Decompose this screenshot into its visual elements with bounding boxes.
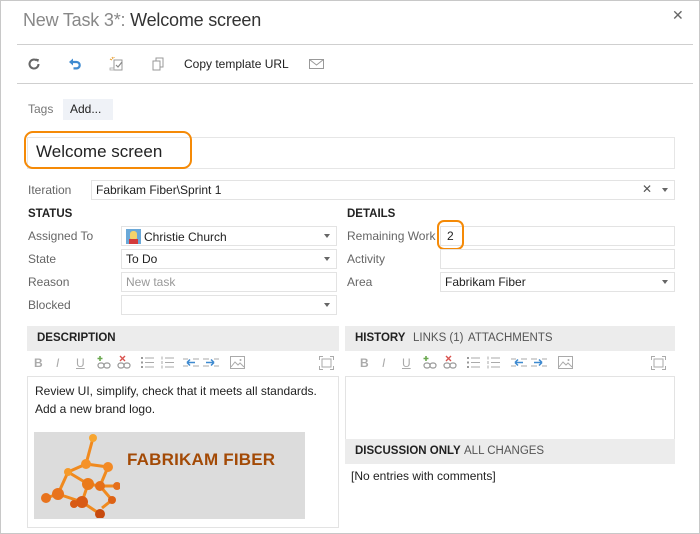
reason-value: New task <box>126 275 176 289</box>
work-item-dialog: New Task 3*: Welcome screen ✕ Copy templ… <box>0 0 700 534</box>
chevron-down-icon[interactable] <box>662 280 668 284</box>
numbered-list-icon[interactable] <box>486 355 500 370</box>
indent-icon[interactable] <box>203 355 219 370</box>
remove-link-icon[interactable] <box>116 355 132 370</box>
assigned-to-value: Christie Church <box>144 230 227 244</box>
outdent-icon[interactable] <box>511 355 527 370</box>
maximize-icon[interactable] <box>319 355 334 370</box>
insert-link-icon[interactable] <box>422 355 438 370</box>
bold-button[interactable]: B <box>34 355 43 370</box>
title-name: Welcome screen <box>125 10 262 30</box>
indent-icon[interactable] <box>531 355 547 370</box>
molecule-logo-icon <box>41 434 120 518</box>
maximize-icon[interactable] <box>651 355 666 370</box>
description-header: DESCRIPTION <box>27 326 339 351</box>
history-rte-toolbar: B I U <box>345 352 675 374</box>
fabrikam-logo-image: FABRIKAM FIBER <box>34 432 305 519</box>
remaining-work-field[interactable]: 2 <box>440 226 675 246</box>
description-title: DESCRIPTION <box>37 332 116 344</box>
clear-icon[interactable]: ✕ <box>642 182 652 196</box>
add-tag-button[interactable]: Add... <box>63 99 113 120</box>
remaining-work-label: Remaining Work <box>347 229 436 243</box>
remaining-work-highlight <box>437 220 464 250</box>
close-icon[interactable]: ✕ <box>672 7 684 24</box>
insert-link-icon[interactable] <box>96 355 112 370</box>
state-field[interactable]: To Do <box>121 249 337 269</box>
divider <box>17 83 693 84</box>
blocked-label: Blocked <box>28 298 71 312</box>
undo-icon[interactable] <box>66 55 84 73</box>
tab-history[interactable]: HISTORY <box>355 332 405 344</box>
tags-label: Tags <box>28 102 54 116</box>
toolbar: Copy template URL <box>17 44 693 83</box>
copy-template-url-button[interactable]: Copy template URL <box>184 57 289 71</box>
copy-icon[interactable] <box>149 55 167 73</box>
area-value: Fabrikam Fiber <box>445 275 526 289</box>
assigned-to-field[interactable]: Christie Church <box>121 226 337 246</box>
email-icon[interactable] <box>307 55 325 73</box>
dialog-title: New Task 3*: Welcome screen <box>23 10 261 31</box>
history-tabs: HISTORY LINKS (1) ATTACHMENTS <box>345 326 675 351</box>
logo-text: FABRIKAM FIBER <box>127 450 276 469</box>
numbered-list-icon[interactable] <box>160 355 174 370</box>
blocked-field[interactable] <box>121 295 337 315</box>
chevron-down-icon[interactable] <box>324 234 330 238</box>
insert-image-icon[interactable] <box>558 355 573 370</box>
description-text: Review UI, simplify, check that it meets… <box>35 384 317 416</box>
bulleted-list-icon[interactable] <box>140 355 154 370</box>
activity-field[interactable] <box>440 249 675 269</box>
avatar <box>126 229 141 244</box>
reason-field[interactable]: New task <box>121 272 337 292</box>
refresh-icon[interactable] <box>25 55 43 73</box>
area-field[interactable]: Fabrikam Fiber <box>440 272 675 292</box>
tab-discussion-only[interactable]: DISCUSSION ONLY <box>355 445 461 457</box>
chevron-down-icon[interactable] <box>662 188 668 192</box>
area-label: Area <box>347 275 373 289</box>
status-header: STATUS <box>28 208 73 220</box>
iteration-value: Fabrikam Fiber\Sprint 1 <box>96 183 222 197</box>
iteration-label: Iteration <box>28 183 72 197</box>
bulleted-list-icon[interactable] <box>466 355 480 370</box>
save-template-icon[interactable] <box>108 55 126 73</box>
title-value: Welcome screen <box>36 142 163 161</box>
history-filter-tabs: DISCUSSION ONLY ALL CHANGES <box>345 439 675 464</box>
history-empty-message: [No entries with comments] <box>351 469 496 483</box>
assigned-to-label: Assigned To <box>28 229 94 243</box>
outdent-icon[interactable] <box>183 355 199 370</box>
description-rte-toolbar: B I U <box>27 352 339 374</box>
activity-label: Activity <box>347 252 386 266</box>
italic-button[interactable]: I <box>382 355 385 370</box>
title-prefix: New Task 3*: <box>23 10 126 30</box>
insert-image-icon[interactable] <box>230 355 245 370</box>
reason-label: Reason <box>28 275 70 289</box>
chevron-down-icon[interactable] <box>324 303 330 307</box>
underline-button[interactable]: U <box>76 355 85 370</box>
title-bar: New Task 3*: Welcome screen ✕ <box>1 1 700 44</box>
chevron-down-icon[interactable] <box>324 257 330 261</box>
iteration-field[interactable]: Fabrikam Fiber\Sprint 1 ✕ <box>91 180 675 200</box>
underline-button[interactable]: U <box>402 355 411 370</box>
state-value: To Do <box>126 252 158 266</box>
details-header: DETAILS <box>347 208 396 220</box>
tab-links[interactable]: LINKS (1) <box>413 332 464 344</box>
comment-editor[interactable] <box>345 376 675 440</box>
italic-button[interactable]: I <box>56 355 59 370</box>
tab-attachments[interactable]: ATTACHMENTS <box>468 332 553 344</box>
bold-button[interactable]: B <box>360 355 369 370</box>
state-label: State <box>28 252 57 266</box>
tab-all-changes[interactable]: ALL CHANGES <box>464 445 544 457</box>
remove-link-icon[interactable] <box>442 355 458 370</box>
